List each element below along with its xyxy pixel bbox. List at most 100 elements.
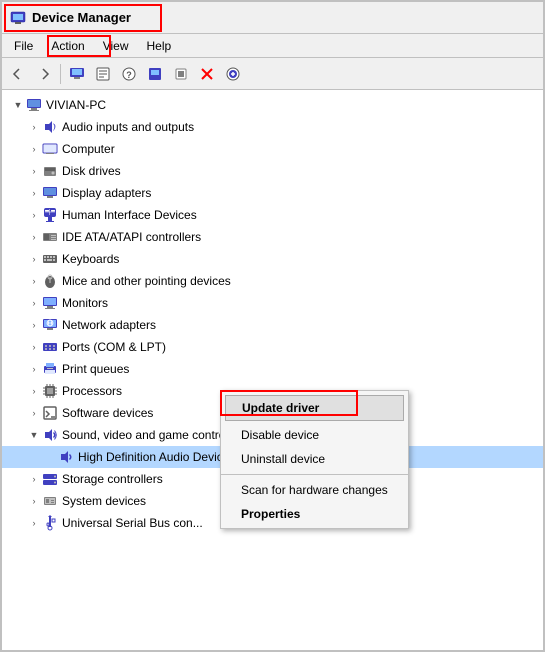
usb-expand[interactable]: › xyxy=(26,515,42,531)
storage-icon xyxy=(42,471,58,487)
software-icon xyxy=(42,405,58,421)
ctx-disable-device[interactable]: Disable device xyxy=(221,423,408,447)
software-expand[interactable]: › xyxy=(26,405,42,421)
mice-icon xyxy=(42,273,58,289)
sound-icon xyxy=(42,427,58,443)
tree-item-hid[interactable]: › Human Interface Devices xyxy=(2,204,543,226)
root-label: VIVIAN-PC xyxy=(46,98,106,112)
monitors-label: Monitors xyxy=(62,296,108,310)
properties-icon-btn[interactable] xyxy=(91,62,115,86)
forward-button[interactable] xyxy=(32,62,56,86)
computer-icon xyxy=(26,97,42,113)
ctx-separator xyxy=(221,474,408,475)
display-icon xyxy=(42,185,58,201)
display-expand[interactable]: › xyxy=(26,185,42,201)
hid-icon xyxy=(42,207,58,223)
context-menu: Update driver Disable device Uninstall d… xyxy=(220,390,409,529)
hd-audio-icon xyxy=(58,449,74,465)
menu-help[interactable]: Help xyxy=(139,37,180,55)
tree-item-ide[interactable]: › IDE ATA/ATAPI controllers xyxy=(2,226,543,248)
add-icon-btn[interactable] xyxy=(221,62,245,86)
processors-icon xyxy=(42,383,58,399)
hd-audio-label: High Definition Audio Device xyxy=(78,450,229,464)
mice-label: Mice and other pointing devices xyxy=(62,274,231,288)
software-label: Software devices xyxy=(62,406,153,420)
ports-expand[interactable]: › xyxy=(26,339,42,355)
tree-item-mice[interactable]: › Mice and other pointing devices xyxy=(2,270,543,292)
print-expand[interactable]: › xyxy=(26,361,42,377)
update-icon-btn[interactable] xyxy=(143,62,167,86)
menu-view[interactable]: View xyxy=(95,37,137,55)
ports-icon xyxy=(42,339,58,355)
device-manager-icon-btn[interactable] xyxy=(65,62,89,86)
usb-icon xyxy=(42,515,58,531)
separator-1 xyxy=(60,64,61,84)
hid-expand[interactable]: › xyxy=(26,207,42,223)
menu-action[interactable]: Action xyxy=(43,37,92,55)
print-label: Print queues xyxy=(62,362,129,376)
network-label: Network adapters xyxy=(62,318,156,332)
computer-expand[interactable]: › xyxy=(26,141,42,157)
system-expand[interactable]: › xyxy=(26,493,42,509)
computer-item-icon xyxy=(42,141,58,157)
back-button[interactable] xyxy=(6,62,30,86)
help-icon-btn[interactable]: ? xyxy=(117,62,141,86)
audio-expand[interactable]: › xyxy=(26,119,42,135)
tree-item-display[interactable]: › Display adapters xyxy=(2,182,543,204)
tree-item-computer[interactable]: › Computer xyxy=(2,138,543,160)
tree-item-disk[interactable]: › Disk drives xyxy=(2,160,543,182)
svg-text:): ) xyxy=(54,124,56,130)
hid-label: Human Interface Devices xyxy=(62,208,197,222)
ctx-scan-hardware[interactable]: Scan for hardware changes xyxy=(221,478,408,502)
uninstall-icon-btn[interactable] xyxy=(195,62,219,86)
title-bar-text: Device Manager xyxy=(32,10,131,25)
keyboard-expand[interactable]: › xyxy=(26,251,42,267)
audio-icon: ) ) xyxy=(42,119,58,135)
storage-label: Storage controllers xyxy=(62,472,163,486)
network-expand[interactable]: › xyxy=(26,317,42,333)
usb-label: Universal Serial Bus con... xyxy=(62,516,203,530)
tree-item-network[interactable]: › Network adapters xyxy=(2,314,543,336)
disk-expand[interactable]: › xyxy=(26,163,42,179)
root-expand[interactable]: ▼ xyxy=(10,97,26,113)
ctx-uninstall-device[interactable]: Uninstall device xyxy=(221,447,408,471)
processors-expand[interactable]: › xyxy=(26,383,42,399)
processors-label: Processors xyxy=(62,384,122,398)
disk-label: Disk drives xyxy=(62,164,121,178)
tree-item-ports[interactable]: › Ports (COM & LPT) xyxy=(2,336,543,358)
storage-expand[interactable]: › xyxy=(26,471,42,487)
audio-label: Audio inputs and outputs xyxy=(62,120,194,134)
ctx-properties[interactable]: Properties xyxy=(221,502,408,526)
menu-bar: File Action View Help xyxy=(2,34,543,58)
device-tree-content[interactable]: ▼ VIVIAN-PC › ) ) Audio inp xyxy=(2,90,543,650)
system-icon xyxy=(42,493,58,509)
title-bar-icon xyxy=(10,10,26,26)
print-icon xyxy=(42,361,58,377)
network-icon xyxy=(42,317,58,333)
tree-root[interactable]: ▼ VIVIAN-PC xyxy=(2,94,543,116)
keyboard-label: Keyboards xyxy=(62,252,119,266)
tree-item-monitors[interactable]: › Monitors xyxy=(2,292,543,314)
ide-label: IDE ATA/ATAPI controllers xyxy=(62,230,201,244)
disk-icon xyxy=(42,163,58,179)
display-label: Display adapters xyxy=(62,186,151,200)
tree-item-print[interactable]: › Print queues xyxy=(2,358,543,380)
ports-label: Ports (COM & LPT) xyxy=(62,340,166,354)
tree-item-keyboard[interactable]: › Keyboards xyxy=(2,248,543,270)
monitors-icon xyxy=(42,295,58,311)
sound-expand[interactable]: ▼ xyxy=(26,427,42,443)
title-bar: Device Manager xyxy=(2,2,543,34)
mice-expand[interactable]: › xyxy=(26,273,42,289)
scan-icon-btn[interactable] xyxy=(169,62,193,86)
ide-expand[interactable]: › xyxy=(26,229,42,245)
monitors-expand[interactable]: › xyxy=(26,295,42,311)
device-manager-window: Device Manager File Action View Help xyxy=(0,0,545,652)
ctx-update-driver[interactable]: Update driver xyxy=(225,395,404,421)
system-label: System devices xyxy=(62,494,146,508)
menu-file[interactable]: File xyxy=(6,37,41,55)
keyboard-icon xyxy=(42,251,58,267)
tree-item-audio[interactable]: › ) ) Audio inputs and outputs xyxy=(2,116,543,138)
toolbar: ? xyxy=(2,58,543,90)
ide-icon xyxy=(42,229,58,245)
computer-label: Computer xyxy=(62,142,115,156)
